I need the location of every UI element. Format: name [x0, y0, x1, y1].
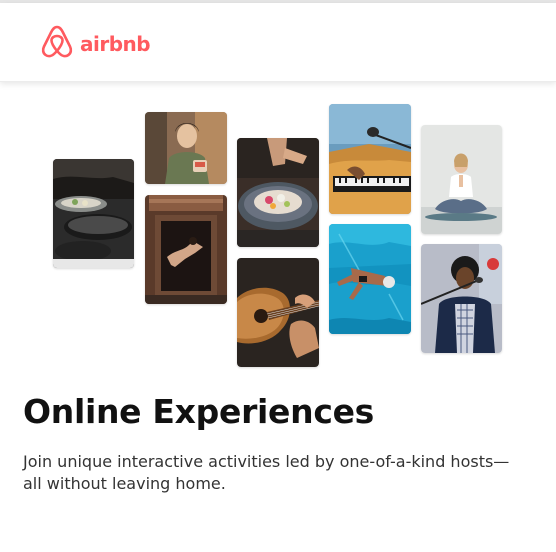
brand-wordmark: airbnb	[80, 32, 151, 56]
swimmer-pool-photo[interactable]	[329, 224, 411, 334]
cooking-pans-photo[interactable]	[53, 159, 134, 268]
airbnb-belo-icon	[40, 24, 74, 64]
dancer-doorway-photo[interactable]	[145, 195, 227, 304]
page-subtitle: Join unique interactive activities led b…	[23, 452, 510, 493]
guitar-playing-photo[interactable]	[237, 258, 319, 367]
woman-holding-cup-photo[interactable]	[145, 112, 227, 184]
food-bowl-photo[interactable]	[237, 138, 319, 247]
site-header: airbnb	[0, 3, 556, 82]
keyboard-microphone-photo[interactable]	[329, 104, 411, 214]
airbnb-logo[interactable]: airbnb	[40, 24, 151, 64]
page-title: Online Experiences	[23, 392, 375, 431]
meditation-pose-photo[interactable]	[421, 125, 502, 234]
singer-microphone-photo[interactable]	[421, 244, 502, 353]
